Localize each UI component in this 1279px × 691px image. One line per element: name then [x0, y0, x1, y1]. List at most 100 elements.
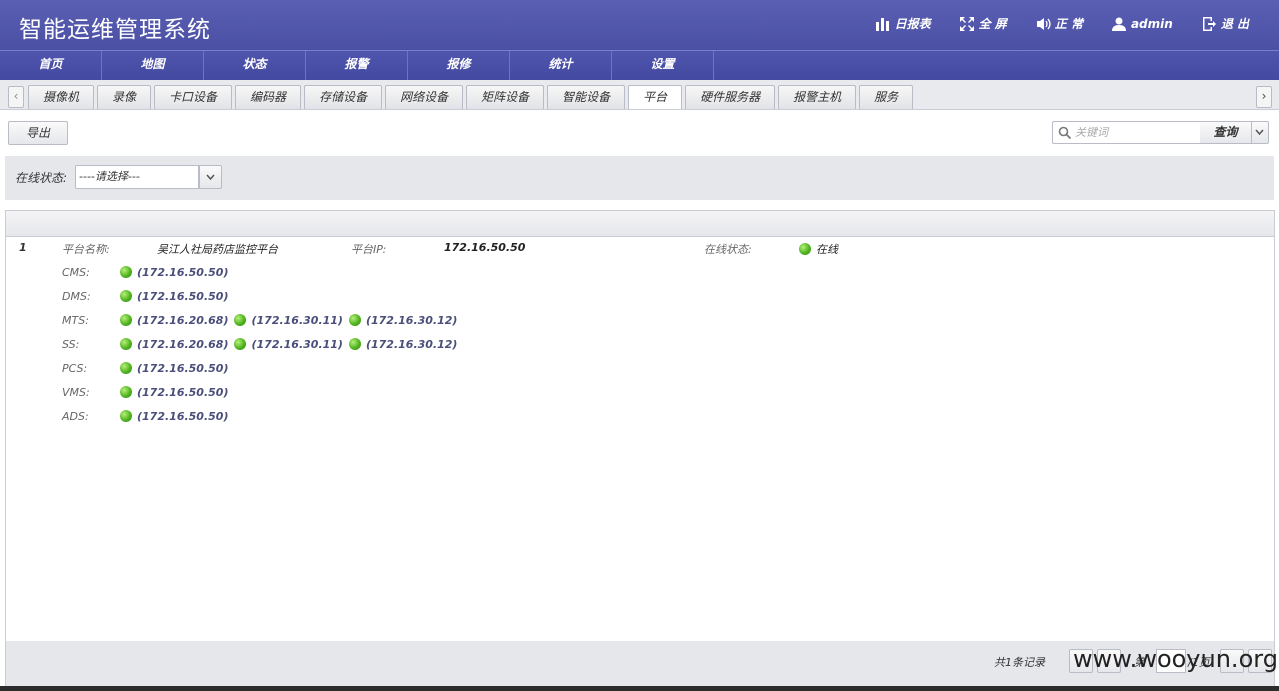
tab-smart-device[interactable]: 智能设备	[547, 85, 626, 109]
service-ip: (172.16.50.50)	[137, 289, 229, 303]
tab-encoder[interactable]: 编码器	[235, 85, 302, 109]
query-button[interactable]: 查询	[1200, 121, 1252, 144]
online-status-label: 在线状态:	[704, 243, 752, 256]
service-name: VMS:	[62, 385, 90, 399]
tab-camera[interactable]: 摄像机	[28, 85, 95, 109]
chevron-right-icon: ›	[1261, 89, 1267, 103]
service-ip: (172.16.50.50)	[137, 265, 229, 279]
service-name: SS:	[62, 337, 80, 351]
service-name: ADS:	[62, 409, 89, 423]
service-name: MTS:	[62, 313, 89, 327]
service-ip: (172.16.50.50)	[137, 361, 229, 375]
online-status-select[interactable]: ----请选择---	[75, 165, 199, 189]
service-name: PCS:	[62, 361, 88, 375]
online-status-select-toggle[interactable]	[199, 165, 222, 189]
nav-settings[interactable]: 设置	[612, 51, 714, 80]
nav-map[interactable]: 地图	[102, 51, 204, 80]
service-instance: (172.16.30.11)	[234, 313, 343, 327]
status-dot-icon	[120, 410, 132, 422]
service-instance: (172.16.30.12)	[348, 313, 458, 327]
service-instance: (172.16.50.50)	[120, 410, 228, 423]
tab-checkpoint-device[interactable]: 卡口设备	[154, 85, 233, 109]
export-button[interactable]: 导出	[8, 121, 68, 145]
service-name: DMS:	[62, 289, 91, 303]
user-label: admin	[1130, 16, 1173, 31]
service-ip: (172.16.50.50)	[137, 409, 229, 423]
content-panel: 导出 查询 在线状态: ----请选择--- 1 平台名称: 吴江人社局药店监控…	[0, 109, 1279, 691]
logout-button[interactable]: 退 出	[1201, 15, 1249, 32]
tab-service[interactable]: 服务	[859, 85, 914, 109]
service-ip: (172.16.30.12)	[365, 337, 458, 351]
service-row-vms: VMS: (172.16.50.50)	[62, 382, 234, 402]
service-row-dms: DMS: (172.16.50.50)	[62, 286, 234, 306]
tab-scroll-right-button[interactable]: ›	[1256, 86, 1272, 108]
chevron-down-icon	[206, 174, 215, 181]
daily-report-button[interactable]: 日报表	[875, 15, 931, 32]
platform-grid: 1 平台名称: 吴江人社局药店监控平台 平台IP: 172.16.50.50 在…	[5, 210, 1275, 644]
tab-recording[interactable]: 录像	[97, 85, 152, 109]
service-instance: (172.16.30.11)	[234, 338, 343, 351]
daily-report-label: 日报表	[894, 17, 931, 31]
status-dot-icon	[120, 338, 132, 350]
record-count: 共1条记录	[994, 656, 1045, 669]
row-index: 1	[19, 241, 27, 254]
nav-status[interactable]: 状态	[204, 51, 306, 80]
nav-statistics[interactable]: 统计	[510, 51, 612, 80]
service-instance: (172.16.20.68)	[120, 338, 228, 351]
online-status-value: 在线	[816, 243, 838, 256]
nav-repair[interactable]: 报修	[408, 51, 510, 80]
tab-network-device[interactable]: 网络设备	[385, 85, 464, 109]
search-icon	[1058, 126, 1072, 140]
fullscreen-button[interactable]: 全 屏	[959, 15, 1007, 32]
status-dot-icon	[799, 243, 811, 255]
query-options-button[interactable]	[1252, 121, 1269, 144]
status-dot-icon	[120, 314, 132, 326]
status-dot-icon	[234, 338, 247, 350]
service-instance: (172.16.50.50)	[120, 266, 228, 279]
sound-status-label: 正 常	[1054, 17, 1083, 31]
platform-ip-value: 172.16.50.50	[444, 241, 526, 254]
status-dot-icon	[234, 314, 247, 326]
tab-scroll-left-button[interactable]: ‹	[8, 86, 24, 108]
user-icon	[1111, 17, 1126, 31]
tab-hardware-server[interactable]: 硬件服务器	[685, 85, 776, 109]
device-tab-bar: ‹ 摄像机 录像 卡口设备 编码器 存储设备 网络设备 矩阵设备 智能设备 平台…	[0, 80, 1279, 110]
service-instance: (172.16.50.50)	[120, 290, 228, 303]
logout-icon	[1202, 16, 1216, 31]
online-status-indicator: 在线	[799, 241, 838, 257]
bottom-strip	[0, 686, 1279, 691]
tab-alarm-host[interactable]: 报警主机	[778, 85, 857, 109]
search-input[interactable]	[1075, 124, 1197, 141]
service-ip: (172.16.30.12)	[365, 313, 458, 327]
service-instance: (172.16.20.68)	[120, 314, 228, 327]
search-box	[1052, 121, 1201, 144]
status-dot-icon	[120, 266, 132, 278]
online-status-filter-label: 在线状态:	[15, 171, 68, 185]
tab-platform[interactable]: 平台	[628, 85, 683, 110]
device-tabs: 摄像机 录像 卡口设备 编码器 存储设备 网络设备 矩阵设备 智能设备 平台 硬…	[28, 85, 916, 110]
service-row-pcs: PCS: (172.16.50.50)	[62, 358, 234, 378]
fullscreen-label: 全 屏	[978, 17, 1007, 31]
status-dot-icon	[348, 314, 361, 326]
logout-label: 退 出	[1220, 17, 1249, 31]
status-dot-icon	[120, 362, 132, 374]
service-ip: (172.16.20.68)	[137, 337, 229, 351]
user-button[interactable]: admin	[1111, 15, 1173, 32]
platform-ip-label: 平台IP:	[351, 243, 387, 256]
service-instance: (172.16.50.50)	[120, 386, 228, 399]
status-dot-icon	[120, 290, 132, 302]
chevron-left-icon: ‹	[13, 89, 19, 103]
service-instance: (172.16.50.50)	[120, 362, 228, 375]
tab-storage-device[interactable]: 存储设备	[304, 85, 383, 109]
tab-matrix-device[interactable]: 矩阵设备	[466, 85, 545, 109]
chevron-down-icon	[1255, 129, 1264, 136]
watermark: www.wooyun.org	[1073, 645, 1278, 673]
service-name: CMS:	[62, 265, 90, 279]
nav-alarm[interactable]: 报警	[306, 51, 408, 80]
service-ip: (172.16.30.11)	[251, 313, 343, 327]
status-dot-icon	[348, 338, 361, 350]
service-ip: (172.16.20.68)	[137, 313, 229, 327]
platform-name-label: 平台名称:	[62, 243, 110, 256]
nav-home[interactable]: 首页	[0, 51, 102, 80]
sound-status-button[interactable]: 正 常	[1035, 15, 1083, 32]
